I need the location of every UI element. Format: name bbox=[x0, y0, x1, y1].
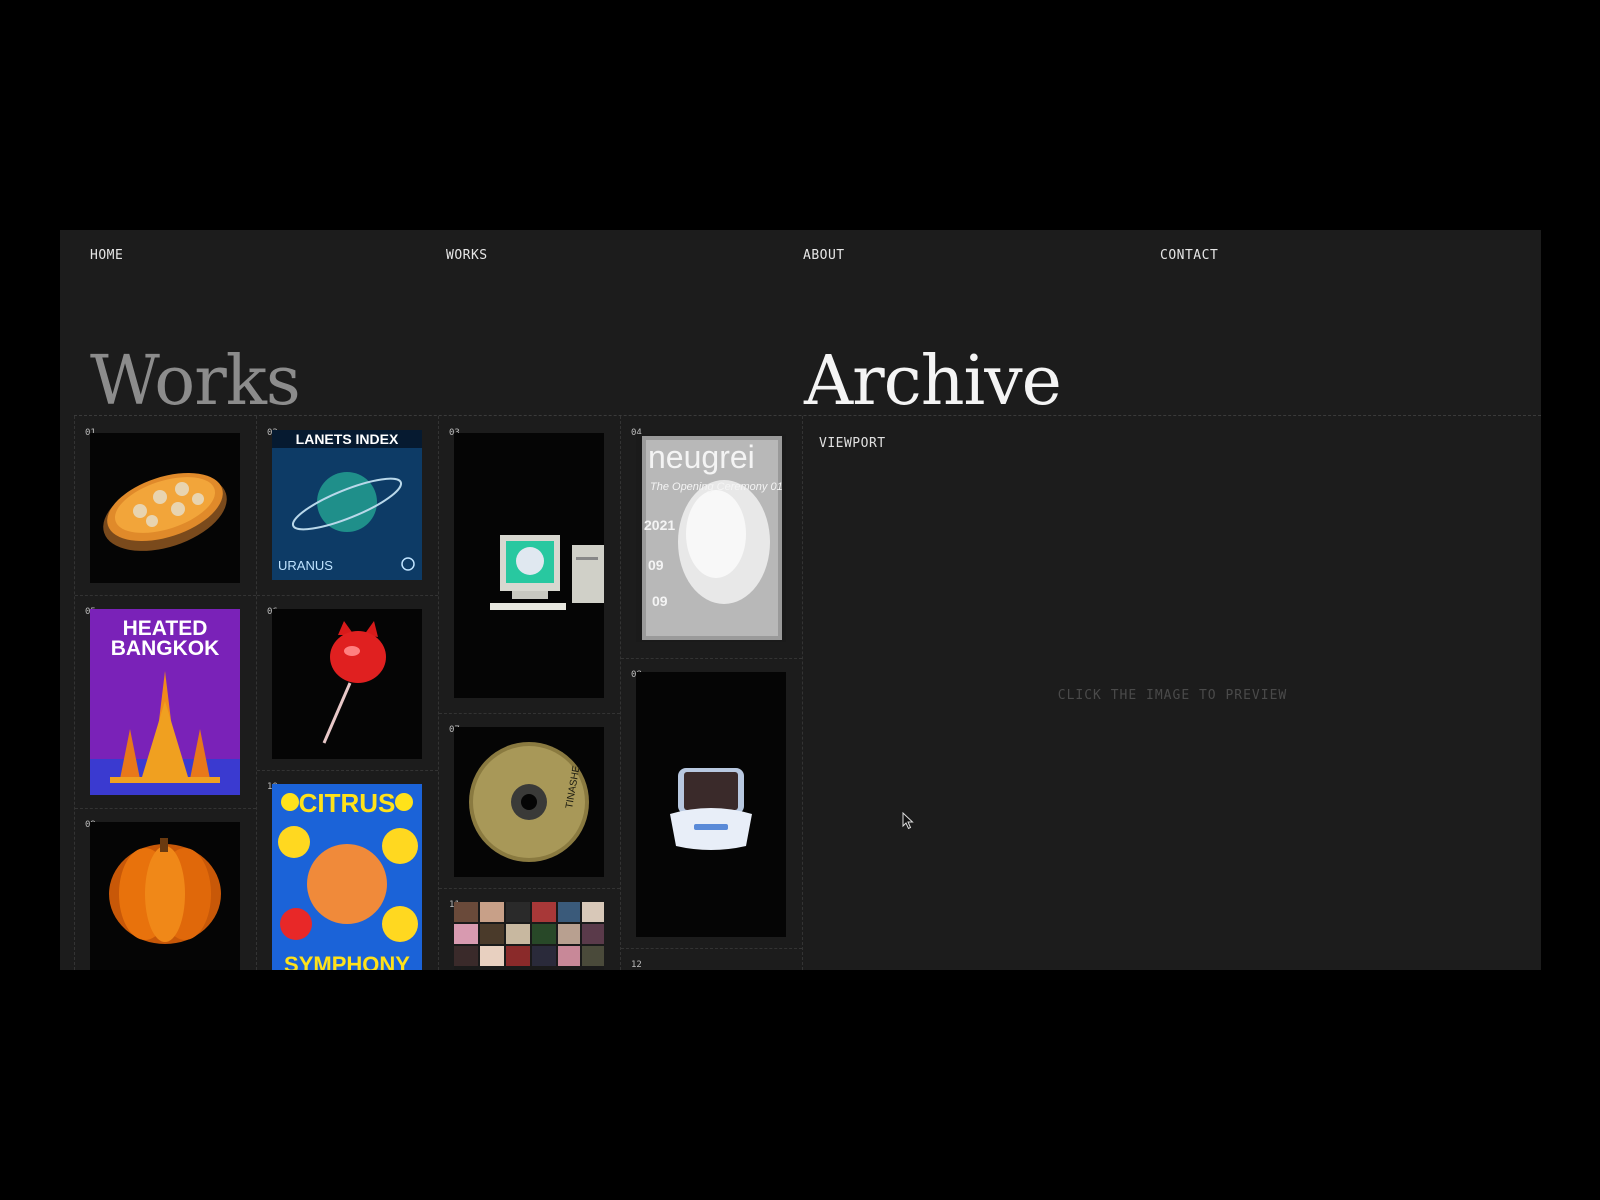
grid-column-2: 02 LANETS INDEX URANUS 06 bbox=[256, 416, 439, 970]
cd-disc-image[interactable]: TINASHE bbox=[454, 727, 604, 877]
poster-text: The Opening Ceremony 01 bbox=[650, 481, 783, 493]
work-item-09[interactable]: 09 bbox=[75, 808, 256, 970]
neugrei-poster-image[interactable]: neugrei The Opening Ceremony 01 2021 09 … bbox=[636, 434, 786, 642]
work-item-12[interactable]: 12 bbox=[621, 948, 802, 970]
work-item-05[interactable]: 05 HEATED BANGKOK bbox=[75, 595, 256, 809]
work-item-02[interactable]: 02 LANETS INDEX URANUS bbox=[257, 416, 438, 596]
grid-column-4: 04 neugrei The Opening Ceremony 01 2021 … bbox=[620, 416, 803, 970]
viewport-label: VIEWPORT bbox=[819, 436, 886, 451]
poster-text: BANGKOK bbox=[111, 637, 220, 660]
nav-home-link[interactable]: HOME bbox=[90, 248, 123, 263]
item-number: 12 bbox=[631, 960, 642, 970]
poster-text: neugrei bbox=[648, 439, 755, 475]
top-nav: HOME WORKS ABOUT CONTACT bbox=[60, 248, 1541, 268]
nav-about-link[interactable]: ABOUT bbox=[803, 248, 845, 263]
work-item-01[interactable]: 01 bbox=[75, 416, 256, 596]
viewport-panel: VIEWPORT CLICK THE IMAGE TO PREVIEW bbox=[802, 416, 1541, 970]
grid-column-1: 01 05 bbox=[74, 416, 257, 970]
planets-index-poster-image[interactable]: LANETS INDEX URANUS bbox=[272, 430, 422, 580]
work-item-03[interactable]: 03 bbox=[439, 416, 620, 714]
pie-image[interactable] bbox=[90, 433, 240, 583]
work-item-07[interactable]: 07 TINASHE bbox=[439, 713, 620, 889]
cat-lollipop-image[interactable] bbox=[272, 609, 422, 759]
ibook-laptop-image[interactable] bbox=[636, 672, 786, 937]
nav-works-link[interactable]: WORKS bbox=[446, 248, 488, 263]
preview-hint: CLICK THE IMAGE TO PREVIEW bbox=[1057, 688, 1288, 703]
retro-computer-image[interactable] bbox=[454, 433, 604, 698]
works-grid: 01 05 bbox=[74, 416, 802, 970]
work-item-08[interactable]: 08 bbox=[621, 658, 802, 949]
heated-bangkok-poster-image[interactable]: HEATED BANGKOK bbox=[90, 609, 240, 795]
poster-text: 09 bbox=[652, 593, 668, 609]
poster-text: URANUS bbox=[278, 558, 333, 573]
poster-text: 2021 bbox=[644, 517, 675, 533]
page-title-archive: Archive bbox=[804, 341, 1062, 421]
mouse-cursor-icon bbox=[902, 811, 914, 834]
work-item-11[interactable]: 11 bbox=[439, 888, 620, 970]
grid-column-3: 03 07 bbox=[438, 416, 621, 970]
citrus-symphony-poster-image[interactable]: CITRUS SYMPHONY bbox=[272, 784, 422, 970]
pumpkin-image[interactable] bbox=[90, 822, 240, 970]
poster-text: LANETS INDEX bbox=[296, 431, 399, 447]
site-frame: HOME WORKS ABOUT CONTACT Works Archive 0… bbox=[60, 230, 1541, 970]
photo-collage-image[interactable] bbox=[454, 902, 604, 970]
page-title-works: Works bbox=[90, 341, 301, 421]
work-item-10[interactable]: 10 CITRUS SYMPHONY bbox=[257, 770, 438, 970]
nav-contact-link[interactable]: CONTACT bbox=[1160, 248, 1218, 263]
poster-text: SYMPHONY bbox=[284, 952, 410, 970]
poster-text: CITRUS bbox=[299, 788, 396, 818]
work-item-04[interactable]: 04 neugrei The Opening Ceremony 01 2021 … bbox=[621, 416, 802, 659]
poster-text: 09 bbox=[648, 557, 664, 573]
work-item-06[interactable]: 06 bbox=[257, 595, 438, 771]
